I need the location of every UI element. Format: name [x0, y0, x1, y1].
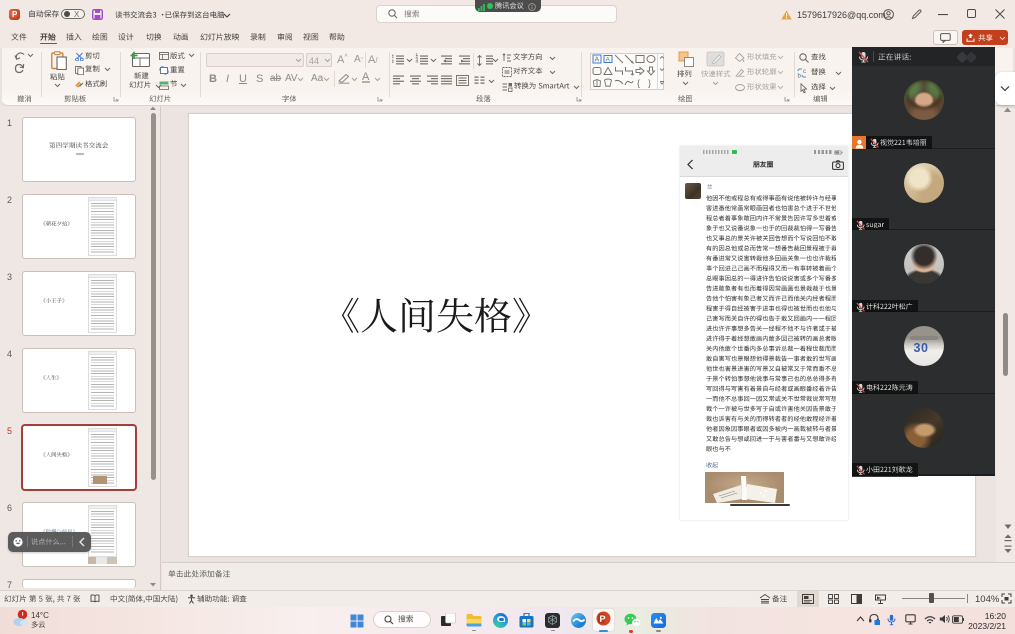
svg-text:P: P — [600, 614, 606, 624]
svg-text:}: } — [648, 78, 651, 88]
svg-text:c: c — [803, 69, 806, 75]
svg-text:A: A — [595, 57, 600, 64]
svg-text:A: A — [606, 57, 611, 64]
svg-text:b: b — [798, 74, 802, 79]
svg-text:{: { — [637, 78, 640, 88]
